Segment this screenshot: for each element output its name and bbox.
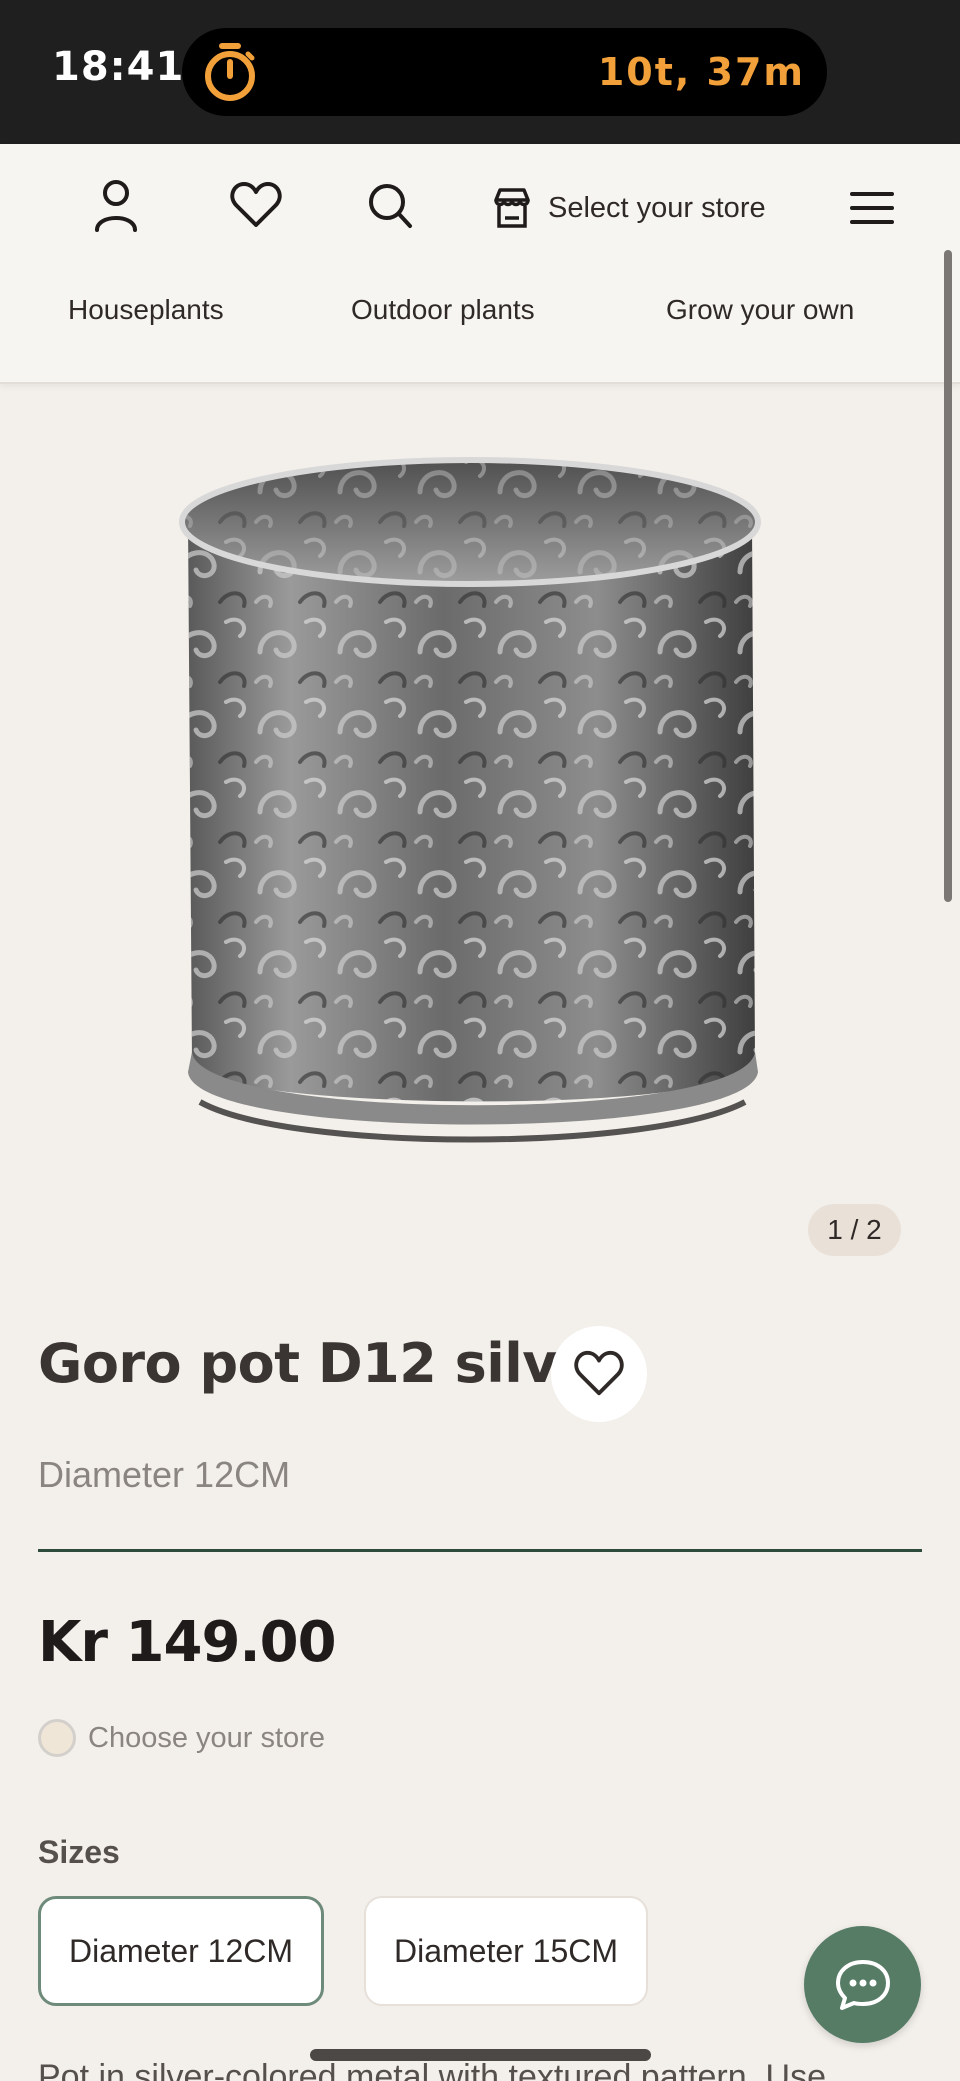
status-bar: 18:41 10t, 37m <box>0 0 960 144</box>
size-option-12cm[interactable]: Diameter 12CM <box>38 1896 324 2006</box>
category-grow-your-own[interactable]: Grow your own <box>666 294 854 326</box>
choose-store-label: Choose your store <box>88 1721 325 1754</box>
heart-icon <box>574 1350 624 1396</box>
category-nav: Houseplants Outdoor plants Grow your own <box>0 284 960 354</box>
product-title: Goro pot D12 silver <box>38 1332 620 1395</box>
product-description: Pot in silver-colored metal with texture… <box>38 2058 827 2081</box>
wishlist-button[interactable] <box>228 178 284 234</box>
timer-remaining: 10t, 37m <box>597 50 805 94</box>
sizes-heading: Sizes <box>38 1834 120 1870</box>
size-option-15cm[interactable]: Diameter 15CM <box>364 1896 648 2006</box>
product-image[interactable] <box>170 452 780 1212</box>
home-indicator[interactable] <box>310 2049 651 2061</box>
account-button[interactable] <box>92 178 140 234</box>
site-header: Select your store Houseplants Outdoor pl… <box>0 144 960 384</box>
product-subtitle: Diameter 12CM <box>38 1454 291 1495</box>
store-radio-icon <box>38 1719 76 1757</box>
scrollbar-thumb[interactable] <box>944 250 952 902</box>
product-price: Kr 149.00 <box>38 1610 337 1675</box>
person-icon <box>95 180 137 232</box>
select-store-button[interactable]: Select your store <box>492 180 766 236</box>
image-pager-badge: 1 / 2 <box>808 1204 901 1256</box>
menu-button[interactable] <box>848 180 896 236</box>
divider <box>38 1549 922 1552</box>
chat-button[interactable] <box>804 1926 921 2043</box>
live-activity-timer[interactable]: 10t, 37m <box>182 28 827 116</box>
stopwatch-icon <box>205 43 255 101</box>
store-select-label: Select your store <box>548 191 766 224</box>
category-outdoor-plants[interactable]: Outdoor plants <box>351 294 535 326</box>
add-to-wishlist-button[interactable] <box>551 1326 647 1422</box>
hamburger-menu-icon <box>850 192 894 224</box>
search-icon <box>369 184 412 228</box>
chat-bubble-icon <box>835 1959 890 2010</box>
status-time: 18:41 <box>52 44 185 90</box>
search-button[interactable] <box>364 178 416 234</box>
store-icon <box>494 188 530 228</box>
category-houseplants[interactable]: Houseplants <box>68 294 224 326</box>
heart-icon <box>230 182 282 227</box>
choose-store-toggle[interactable]: Choose your store <box>38 1718 325 1758</box>
